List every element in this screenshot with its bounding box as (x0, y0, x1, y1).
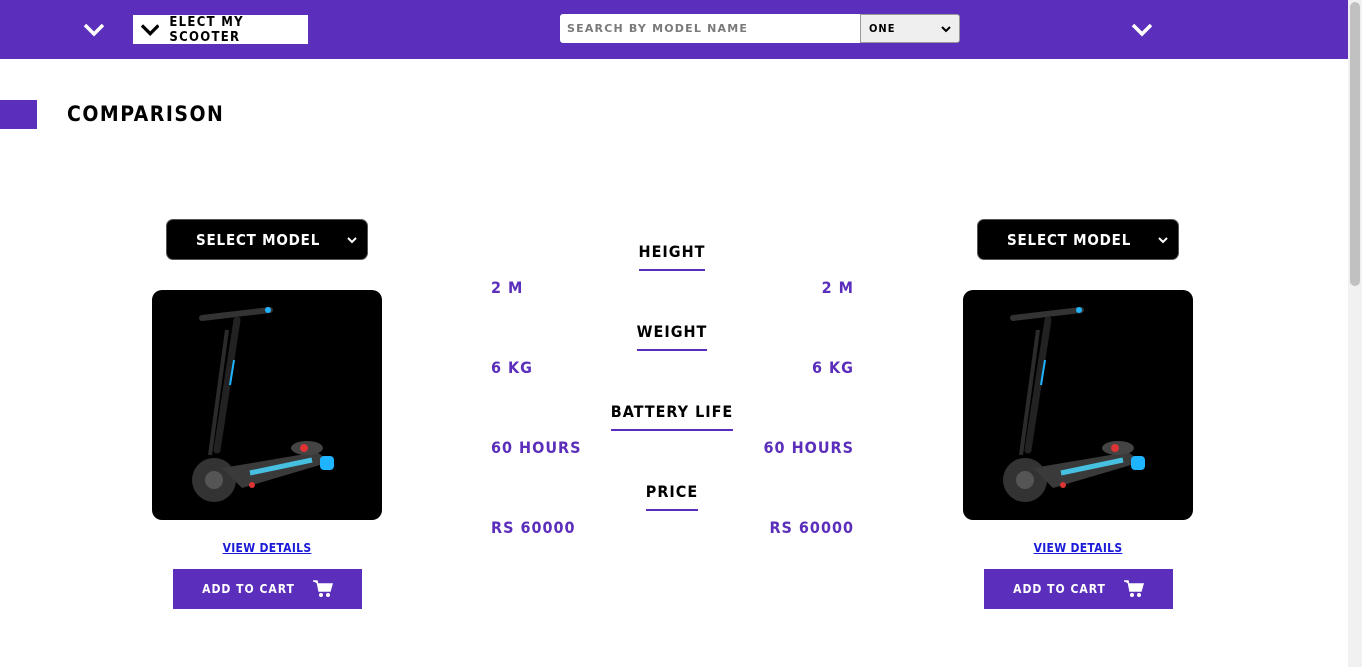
model-select-label: SELECT MODEL (1007, 230, 1132, 249)
add-to-cart-button[interactable]: ADD TO CART (173, 569, 362, 609)
brand-logo[interactable]: ELECT MY SCOOTER (133, 14, 308, 45)
view-details-link[interactable]: VIEW DETAILS (963, 541, 1193, 555)
section-marker (0, 100, 37, 129)
product-image (152, 290, 382, 520)
spec-left-price: RS 60000 (491, 518, 576, 537)
scooter-illustration (192, 307, 334, 502)
chevron-down-icon[interactable] (82, 18, 106, 42)
spec-label-price: PRICE (572, 482, 772, 511)
add-to-cart-label: ADD TO CART (202, 582, 295, 596)
scrollbar-thumb[interactable] (1350, 2, 1360, 286)
add-to-cart-label: ADD TO CART (1013, 582, 1106, 596)
spec-left-weight: 6 KG (491, 358, 533, 377)
cart-icon (312, 580, 333, 597)
product-image (963, 290, 1193, 520)
view-details-link[interactable]: VIEW DETAILS (152, 541, 382, 555)
chevron-down-icon (941, 25, 951, 32)
spec-label-weight: WEIGHT (572, 322, 772, 351)
model-select-label: SELECT MODEL (196, 230, 321, 249)
spec-right-height: 2 M (821, 278, 854, 297)
left-model-select[interactable]: SELECT MODEL (166, 219, 368, 260)
search-box[interactable] (560, 14, 860, 43)
search-type-select[interactable]: ONE (860, 14, 960, 43)
search-type-value: ONE (869, 22, 896, 35)
search-input[interactable] (561, 15, 859, 42)
chevron-down-icon (1158, 236, 1168, 243)
right-model-select[interactable]: SELECT MODEL (977, 219, 1179, 260)
spec-label-battery: BATTERY LIFE (572, 402, 772, 431)
cart-icon (1123, 580, 1144, 597)
spec-right-battery: 60 HOURS (763, 438, 854, 457)
chevron-down-icon[interactable] (1130, 18, 1154, 42)
add-to-cart-button[interactable]: ADD TO CART (984, 569, 1173, 609)
spec-right-weight: 6 KG (812, 358, 854, 377)
spec-left-height: 2 M (491, 278, 524, 297)
spec-label-height: HEIGHT (572, 242, 772, 271)
spec-right-price: RS 60000 (769, 518, 854, 537)
chevron-down-icon (141, 23, 160, 36)
page-title: COMPARISON (67, 102, 225, 126)
chevron-down-icon (347, 236, 357, 243)
spec-left-battery: 60 HOURS (491, 438, 582, 457)
scooter-illustration (1003, 307, 1145, 502)
brand-name: ELECT MY SCOOTER (169, 14, 244, 45)
